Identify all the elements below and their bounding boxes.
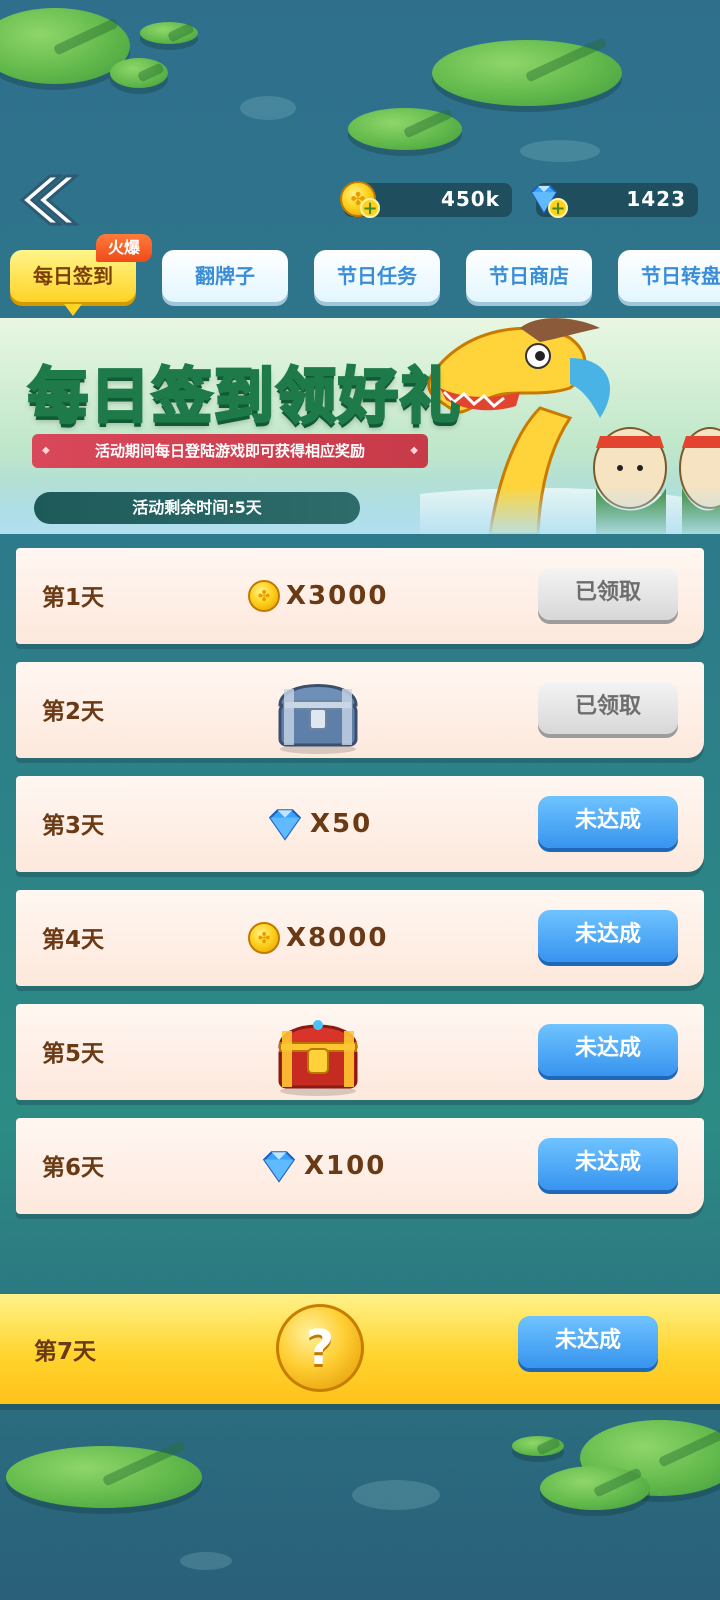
back-arrow-icon xyxy=(19,174,81,226)
game-screen: { "header": { "coins": "450k", "gems": "… xyxy=(0,0,720,1600)
add-gems-button[interactable]: + xyxy=(548,198,568,218)
reward-amount: X50 xyxy=(310,809,373,839)
tab-flip-cards[interactable]: 翻牌子 xyxy=(162,250,288,302)
day-label: 第4天 xyxy=(42,927,105,953)
reward: X3000 xyxy=(248,548,388,644)
reward xyxy=(270,1004,366,1100)
red-gold-chest-icon xyxy=(278,1020,358,1096)
lily-pad xyxy=(110,58,168,88)
not-achieved-button[interactable]: 未达成 xyxy=(538,1138,678,1190)
hot-badge: 火爆 xyxy=(96,234,152,262)
tab-festival-shop[interactable]: 节日商店 xyxy=(466,250,592,302)
event-timer: 活动剩余时间:5天 xyxy=(34,492,360,524)
lily-pad xyxy=(512,1436,564,1456)
water-ripple xyxy=(520,140,600,162)
day-label: 第1天 xyxy=(42,585,105,611)
claimed-button[interactable]: 已领取 xyxy=(538,568,678,620)
day-label: 第7天 xyxy=(34,1339,97,1365)
tab-festival-wheel[interactable]: 节日转盘 xyxy=(618,250,720,302)
reward: X100 xyxy=(260,1118,386,1214)
water-ripple xyxy=(352,1480,440,1510)
silver-chest-icon xyxy=(278,684,358,754)
banner-subtitle: 活动期间每日登陆游戏即可获得相应奖励 xyxy=(32,434,428,468)
not-achieved-button[interactable]: 未达成 xyxy=(518,1316,658,1368)
day-row: 第1天 X3000 已领取 xyxy=(16,548,704,644)
reward: X8000 xyxy=(248,890,388,986)
lily-pad xyxy=(540,1466,650,1510)
mystery-coin-icon: ? xyxy=(276,1304,364,1392)
gem-balance-value: 1423 xyxy=(626,187,686,211)
lily-pad xyxy=(140,22,198,44)
day-row: 第2天 已领取 xyxy=(16,662,704,758)
not-achieved-button[interactable]: 未达成 xyxy=(538,796,678,848)
add-coins-button[interactable]: + xyxy=(360,198,380,218)
coin-balance-value: 450k xyxy=(440,187,500,211)
reward-amount: X3000 xyxy=(286,581,389,611)
water-ripple xyxy=(180,1552,232,1570)
day-label: 第2天 xyxy=(42,699,105,725)
claimed-button[interactable]: 已领取 xyxy=(538,682,678,734)
event-banner: 每日签到领好礼 活动期间每日登陆游戏即可获得相应奖励 活动剩余时间:5天 xyxy=(0,318,720,534)
day-row: 第5天 未达成 xyxy=(16,1004,704,1100)
reward: X50 xyxy=(266,776,372,872)
lily-pad xyxy=(348,108,462,150)
reward xyxy=(270,662,366,758)
day7-bar: 第7天 ? 未达成 xyxy=(0,1294,720,1404)
day-label: 第6天 xyxy=(42,1155,105,1181)
day-label: 第3天 xyxy=(42,813,105,839)
mystery-symbol: ? xyxy=(306,1320,334,1376)
day-row: 第3天 X50 未达成 xyxy=(16,776,704,872)
day-label: 第5天 xyxy=(42,1041,105,1067)
not-achieved-button[interactable]: 未达成 xyxy=(538,910,678,962)
coin-icon xyxy=(248,580,280,612)
tab-festival-tasks[interactable]: 节日任务 xyxy=(314,250,440,302)
not-achieved-button[interactable]: 未达成 xyxy=(538,1024,678,1076)
day-row: 第4天 X8000 未达成 xyxy=(16,890,704,986)
lily-pad xyxy=(6,1446,202,1508)
water-ripple xyxy=(240,96,296,120)
gem-icon xyxy=(262,1151,296,1183)
back-button[interactable] xyxy=(16,172,81,228)
reward-amount: X8000 xyxy=(286,923,389,953)
coin-icon xyxy=(248,922,280,954)
reward-amount: X100 xyxy=(304,1151,387,1181)
day-row: 第6天 X100 未达成 xyxy=(16,1118,704,1214)
lily-pad xyxy=(432,40,622,106)
banner-title: 每日签到领好礼 xyxy=(27,361,462,434)
gem-icon xyxy=(268,809,302,841)
